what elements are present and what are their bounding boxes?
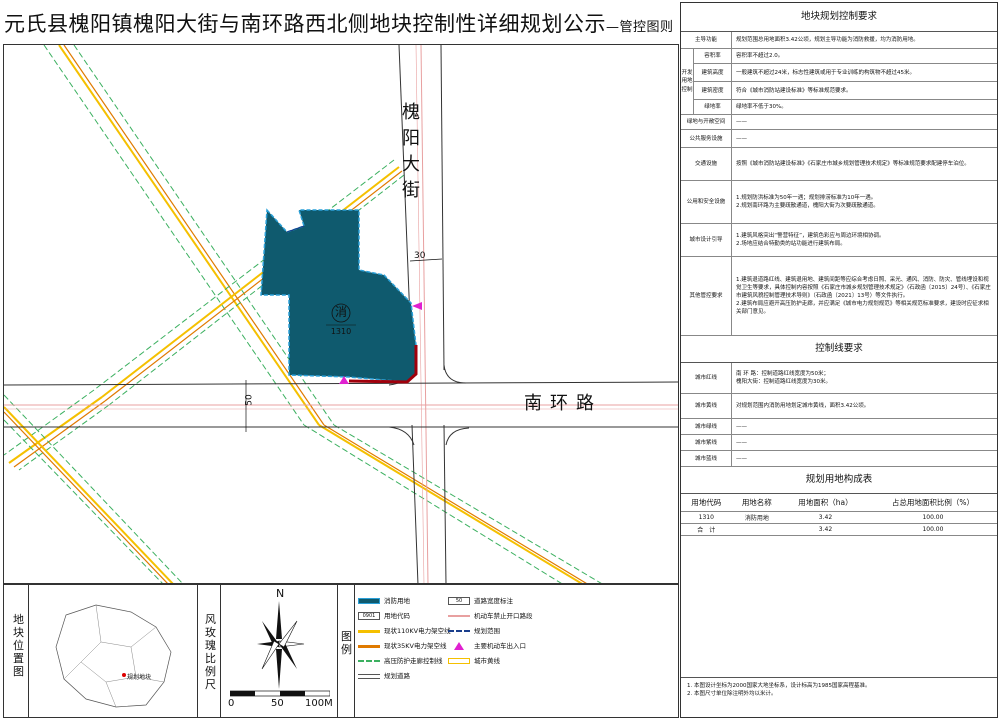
control-row: 绿地与开敞空间 —— (681, 115, 997, 130)
plot-symbol: 消 (334, 305, 347, 319)
table-cell: 1310 (681, 511, 732, 524)
legend-yellow-line: 城市黄线 (448, 657, 500, 666)
legend-planned-road: 规划道路 (358, 672, 410, 681)
control-row: 城市设计引导 1.建筑风格突出“警营特征”，建筑色彩应与周边环境相协调。 2.场地… (681, 224, 997, 257)
legend-land-code: 0901 用地代码 (358, 612, 410, 621)
road-h-width: 50 (244, 394, 255, 406)
table-cell: 100.00 (868, 523, 997, 536)
scale-50: 50 (271, 698, 284, 709)
land-header: 用地代码 (681, 494, 732, 512)
table-cell: 消防用地 (731, 511, 783, 524)
dev-row: 建筑密度 符合《城市消防站建设标准》等标准规范要求。 (694, 82, 997, 100)
line-title: 控制线要求 (681, 336, 997, 363)
road-h-name: 南环路 (524, 393, 602, 414)
control-row: 其他管控要求 1.建筑退道路红线、建筑退用地、建筑间距等应综合考虑日照、采光、通风… (681, 257, 997, 336)
table-cell: 100.00 (868, 511, 997, 524)
dev-control-group: 开发用地控制 容积率 容积率不超过2.0。 建筑高度 一般建筑不超过24米，标志性建筑… (681, 49, 997, 115)
control-row: 交通设施 按照《城市消防站建设标准》《石家庄市城乡规划管理技术规定》等标准规范要求… (681, 148, 997, 181)
legend-fire-land: 消防用地 (358, 597, 410, 606)
dev-row: 绿地率 绿地率不低于30%。 (694, 100, 997, 114)
line-row: 城市紫线 —— (681, 435, 997, 451)
entrance-east-icon (412, 302, 422, 310)
land-header: 用地面积（ha） (782, 494, 869, 512)
legend-road-width: 50 道路宽度标注 (448, 597, 513, 606)
legend-entrance: 主要机动车出入口 (448, 642, 526, 651)
legend-label: 图例 (341, 630, 352, 656)
line-row: 城市黄线 对规划范围内消防用地划定城市黄线，面积3.42公顷。 (681, 394, 997, 419)
bottom-panel: 地块位置图 规划地块 风玫瑰比例尺 N 0 50 100M 图例 消防用地 09… (3, 584, 679, 718)
table-cell: 3.42 (782, 523, 869, 536)
table-cell (731, 523, 783, 536)
location-label: 地块位置图 (13, 613, 24, 678)
notes: 1. 本图设计坐标为2000国家大地坐标系，设计标高为1985国家高程基准。 2.… (681, 677, 997, 702)
note-line: 2. 本图尺寸单位除注明外均以米计。 (687, 691, 777, 697)
line-row: 城市红线南 环 路：控制道路红线宽度为50米； 槐阳大街：控制道路红线宽度为30… (681, 363, 997, 394)
legend-no-opening: 机动车禁止开口路段 (448, 612, 533, 621)
page-title: 元氏县槐阳镇槐阳大街与南环路西北侧地块控制性详细规划公示—管控图则 (4, 12, 674, 36)
table-row: 1310 消防用地 3.42 100.00 (681, 511, 997, 524)
rose-label: 风玫瑰比例尺 (205, 613, 216, 691)
dev-row: 建筑高度 一般建筑不超过24米，标志性建筑或用于专业训练的构筑物不超过45米。 (694, 64, 997, 82)
land-table: 用地代码 用地名称 用地面积（ha） 占总用地面积比例（%） 1310 消防用地 3.42… (681, 494, 997, 536)
dev-row: 容积率 容积率不超过2.0。 (694, 49, 997, 64)
control-map: 槐阳大街 南环路 30 50 消 1310 (3, 44, 679, 584)
note-line: 1. 本图设计坐标为2000国家大地坐标系，设计标高为1985国家高程基准。 (687, 683, 871, 689)
control-title: 地块规划控制要求 (681, 3, 997, 32)
land-header: 用地名称 (731, 494, 783, 512)
legend-110kv: 现状110KV电力架空线 (358, 627, 451, 636)
line-row: 城市绿线 —— (681, 419, 997, 435)
scale-100: 100M (305, 698, 333, 709)
road-v-width: 30 (414, 251, 426, 261)
legend-35kv: 现状35KV电力架空线 (358, 642, 446, 651)
plot-code: 1310 (330, 327, 352, 336)
location-map (55, 604, 172, 708)
legend-plan-range: 规划范围 (448, 627, 500, 636)
requirements-panel: 地块规划控制要求 主导功能 规划范围总用地面积3.42公顷，规划主导功能为消防救… (680, 2, 998, 718)
location-marker-label: 规划地块 (127, 674, 152, 681)
control-row: 公共服务设施 —— (681, 130, 997, 148)
road-v-name: 槐阳大街 (402, 102, 420, 201)
legend-green-corridor: 高压防护走廊控制线 (358, 657, 443, 666)
control-row: 公用和安全设施 1.规划防洪标准为50年一遇；规划排涝标准为10年一遇。 2.规划… (681, 181, 997, 224)
land-header: 占总用地面积比例（%） (868, 494, 997, 512)
scale-0: 0 (228, 698, 235, 709)
land-title: 规划用地构成表 (681, 467, 997, 494)
table-cell: 3.42 (782, 511, 869, 524)
table-cell: 合 计 (681, 523, 732, 536)
line-row: 城市蓝线 —— (681, 451, 997, 467)
fire-station-plot (260, 208, 417, 383)
table-row: 合 计 3.42 100.00 (681, 523, 997, 536)
wind-rose-icon (257, 601, 305, 689)
